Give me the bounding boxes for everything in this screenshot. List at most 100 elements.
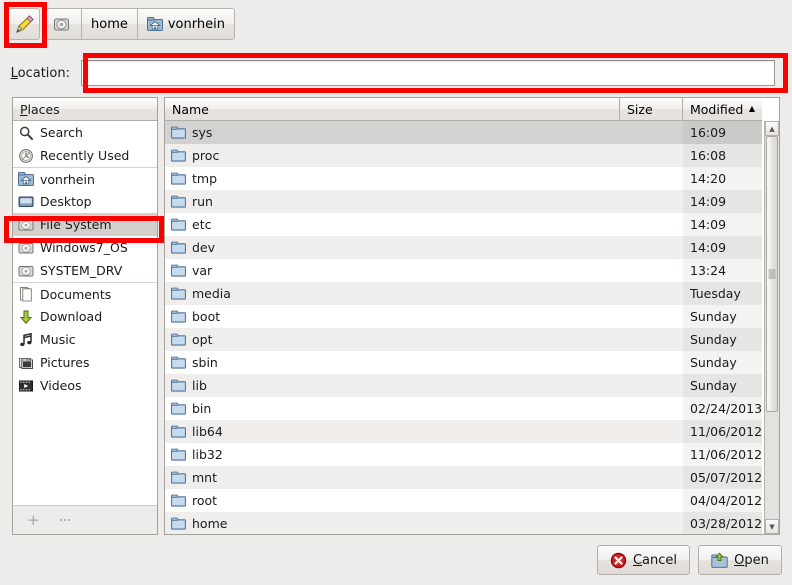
pictures-icon xyxy=(18,355,34,371)
drive-icon xyxy=(53,16,70,33)
scroll-down-arrow-icon[interactable]: ▼ xyxy=(765,519,779,534)
file-row-name: sbin xyxy=(192,355,218,370)
scroll-up-arrow-icon[interactable]: ▲ xyxy=(765,121,779,136)
cancel-x-icon xyxy=(610,552,627,569)
sidebar-item-file-system[interactable]: File System xyxy=(13,213,157,236)
sidebar-item-music[interactable]: Music xyxy=(13,328,157,351)
sidebar-item-desktop[interactable]: Desktop xyxy=(13,190,157,213)
scrollbar-thumb[interactable] xyxy=(766,136,778,412)
edit-location-toggle-button[interactable] xyxy=(8,8,40,40)
download-arrow-icon xyxy=(18,309,34,325)
file-row-home[interactable]: home 03/28/2012 xyxy=(165,512,764,534)
column-header-size[interactable]: Size xyxy=(620,98,683,121)
folder-icon xyxy=(171,332,186,347)
location-input[interactable] xyxy=(81,60,775,86)
file-row-modified: 14:09 xyxy=(690,194,727,209)
sidebar-item-pictures[interactable]: Pictures xyxy=(13,351,157,374)
sidebar-item-label: Pictures xyxy=(40,355,90,370)
file-row-sbin[interactable]: sbin Sunday xyxy=(165,351,764,374)
remove-bookmark-button[interactable] xyxy=(59,519,72,521)
file-row-var[interactable]: var 13:24 xyxy=(165,259,764,282)
sidebar-item-windows7-os[interactable]: Windows7_OS xyxy=(13,236,157,259)
column-header-size-label: Size xyxy=(627,101,653,117)
file-row-name: home xyxy=(192,516,228,531)
file-row-sys[interactable]: sys 16:09 xyxy=(165,121,764,144)
file-row-run[interactable]: run 14:09 xyxy=(165,190,764,213)
folder-icon xyxy=(171,447,186,462)
file-row-mnt[interactable]: mnt 05/07/2012 xyxy=(165,466,764,489)
music-note-icon xyxy=(18,332,34,348)
file-row-name: dev xyxy=(192,240,216,255)
file-list-pane: Name Size Modified ▲ sys 16:09 proc 16:08 tm… xyxy=(164,97,780,535)
sidebar-item-label: Documents xyxy=(40,286,112,302)
file-row-name: boot xyxy=(192,309,221,324)
folder-icon xyxy=(171,470,186,485)
file-list-body: sys 16:09 proc 16:08 tmp 14:20 run 14:09 etc 14:0… xyxy=(165,121,779,534)
folder-icon xyxy=(171,171,186,186)
file-row-opt[interactable]: opt Sunday xyxy=(165,328,764,351)
folder-icon xyxy=(171,286,186,301)
cancel-button-label: Cancel xyxy=(632,552,677,568)
column-header-modified[interactable]: Modified ▲ xyxy=(683,98,762,121)
sidebar-item-label: Download xyxy=(40,309,103,324)
sidebar-item-videos[interactable]: Videos xyxy=(13,374,157,397)
path-segment-vonrhein[interactable]: vonrhein xyxy=(137,9,234,39)
open-button-label: Open xyxy=(734,552,769,568)
folder-icon xyxy=(171,240,186,255)
add-bookmark-button[interactable]: + xyxy=(27,511,40,529)
file-row-lib[interactable]: lib Sunday xyxy=(165,374,764,397)
file-list-scrollbar[interactable]: ▲ ▼ xyxy=(764,121,779,534)
harddisk-icon xyxy=(18,240,34,256)
file-row-modified: 11/06/2012 xyxy=(690,447,763,462)
file-row-tmp[interactable]: tmp 14:20 xyxy=(165,167,764,190)
file-row-bin[interactable]: bin 02/24/2013 xyxy=(165,397,764,420)
sidebar-item-recently-used[interactable]: Recently Used xyxy=(13,144,157,167)
pencil-icon xyxy=(14,14,35,35)
cancel-button[interactable]: Cancel xyxy=(596,545,690,575)
sidebar-item-label: Music xyxy=(40,332,76,347)
open-button[interactable]: Open xyxy=(698,545,782,575)
sidebar-item-search[interactable]: Search xyxy=(13,121,157,144)
file-row-media[interactable]: media Tuesday xyxy=(165,282,764,305)
sidebar-item-vonrhein[interactable]: vonrhein xyxy=(13,167,157,190)
file-row-proc[interactable]: proc 16:08 xyxy=(165,144,764,167)
folder-icon xyxy=(171,401,186,416)
home-folder-icon xyxy=(146,16,163,32)
file-row-name: lib32 xyxy=(192,447,223,462)
sidebar-item-download[interactable]: Download xyxy=(13,305,157,328)
column-header-modified-label: Modified xyxy=(690,101,744,117)
places-list: Search Recently Used vonrhein Desktop Fi… xyxy=(13,121,157,505)
path-segment-home[interactable]: home xyxy=(82,9,138,39)
location-label: Location: xyxy=(10,65,70,81)
file-row-modified: 13:24 xyxy=(690,263,727,278)
folder-icon xyxy=(171,194,186,209)
scrollbar-track[interactable] xyxy=(765,136,779,519)
sidebar-item-documents[interactable]: Documents xyxy=(13,282,157,305)
file-row-lib32[interactable]: lib32 11/06/2012 xyxy=(165,443,764,466)
home-folder-icon xyxy=(18,171,34,187)
file-row-root[interactable]: root 04/04/2012 xyxy=(165,489,764,512)
file-row-modified: 03/28/2012 xyxy=(690,516,763,531)
file-row-modified: 16:09 xyxy=(690,125,727,140)
file-row-etc[interactable]: etc 14:09 xyxy=(165,213,764,236)
folder-icon xyxy=(171,125,186,140)
file-row-modified: 14:09 xyxy=(690,240,727,255)
sidebar-item-label: Desktop xyxy=(40,194,92,209)
path-segment-root[interactable] xyxy=(47,9,82,39)
sidebar-item-system-drv[interactable]: SYSTEM_DRV xyxy=(13,259,157,282)
toolbar: home vonrhein xyxy=(0,0,792,48)
file-row-lib64[interactable]: lib64 11/06/2012 xyxy=(165,420,764,443)
folder-icon xyxy=(171,493,186,508)
places-sidebar: Places Search Recently Used vonrhein Des… xyxy=(12,97,158,535)
file-row-name: var xyxy=(192,263,213,278)
sidebar-item-label: Videos xyxy=(40,378,82,393)
file-row-dev[interactable]: dev 14:09 xyxy=(165,236,764,259)
video-icon xyxy=(18,378,34,394)
folder-icon xyxy=(171,378,186,393)
file-row-boot[interactable]: boot Sunday xyxy=(165,305,764,328)
column-header-name[interactable]: Name xyxy=(165,98,620,121)
path-breadcrumb-bar: home vonrhein xyxy=(46,8,235,40)
file-row-modified: 16:08 xyxy=(690,148,727,163)
file-rows-container: sys 16:09 proc 16:08 tmp 14:20 run 14:09 etc 14:0… xyxy=(165,121,764,534)
file-row-modified: Sunday xyxy=(690,332,737,347)
